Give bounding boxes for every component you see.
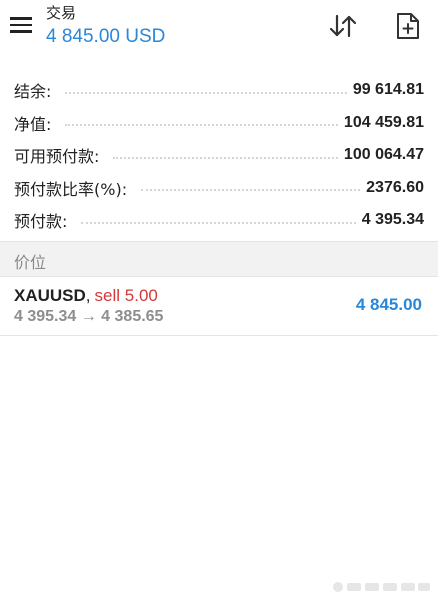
position-profit: 4 845.00	[355, 295, 422, 314]
position-row[interactable]: XAUUSD, sell 5.00 4 395.34 → 4 385.65 4 8…	[0, 277, 438, 336]
sort-arrows-icon[interactable]	[328, 12, 358, 40]
section-label: 价位	[14, 253, 47, 272]
dot-leader	[113, 156, 338, 159]
free-margin-label: 可用预付款:	[14, 147, 100, 167]
margin-label: 预付款:	[14, 212, 68, 232]
header-balance: 4 845.00 USD	[46, 26, 166, 47]
balance-label: 结余:	[14, 82, 52, 102]
summary-row-equity: 净值: 104 459.81	[0, 107, 438, 140]
watermark-logo	[333, 582, 430, 592]
summary-row-margin-level: 预付款比率(%): 2376.60	[0, 172, 438, 205]
equity-value: 104 459.81	[343, 113, 424, 131]
dot-leader	[81, 221, 356, 224]
document-add-icon[interactable]	[396, 12, 420, 40]
summary-row-margin: 预付款: 4 395.34	[0, 204, 438, 237]
account-summary: 结余: 99 614.81 净值: 104 459.81 可用预付款: 100 …	[0, 74, 438, 237]
top-bar: 交易 4 845.00 USD	[0, 0, 438, 60]
position-separator: ,	[85, 286, 91, 305]
equity-label: 净值:	[14, 114, 52, 134]
balance-value: 99 614.81	[352, 81, 424, 99]
position-side-volume: sell 5.00	[94, 286, 158, 305]
positions-section-header: 价位	[0, 241, 438, 277]
margin-value: 4 395.34	[361, 211, 424, 229]
summary-row-balance: 结余: 99 614.81	[0, 74, 438, 107]
free-margin-value: 100 064.47	[343, 146, 424, 164]
margin-level-label: 预付款比率(%):	[14, 179, 128, 199]
dot-leader	[141, 188, 361, 192]
page-title: 交易	[46, 4, 77, 22]
dot-leader	[65, 123, 338, 127]
hamburger-menu-icon[interactable]	[10, 17, 32, 33]
summary-row-free-margin: 可用预付款: 100 064.47	[0, 139, 438, 172]
position-symbol: XAUUSD	[14, 286, 86, 305]
position-prices: 4 395.34 → 4 385.65	[14, 308, 164, 325]
position-title: XAUUSD, sell 5.00	[14, 286, 158, 306]
margin-level-value: 2376.60	[366, 178, 424, 196]
dot-leader	[65, 91, 347, 94]
